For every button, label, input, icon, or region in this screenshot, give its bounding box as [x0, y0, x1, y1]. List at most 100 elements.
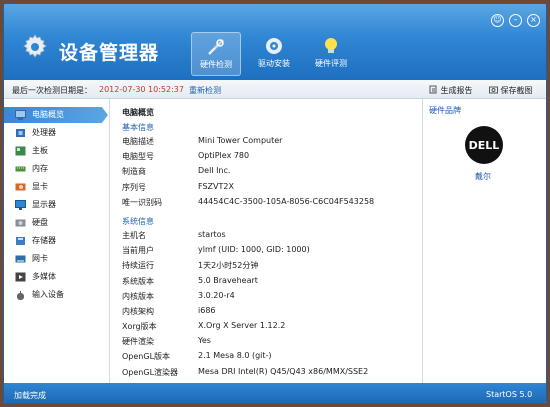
info-value: OptiPlex 780 — [198, 151, 250, 161]
info-row: 制造商 Dell Inc. — [122, 166, 422, 181]
sidebar-item-label: 电脑概览 — [32, 110, 64, 119]
sidebar-item-0[interactable]: 电脑概览 — [4, 107, 108, 123]
memory-icon — [15, 166, 26, 172]
driver-icon — [266, 38, 282, 54]
network-card-icon — [15, 255, 26, 263]
info-row: OpenGL版本 2.1 Mesa 8.0 (git-) — [122, 351, 422, 366]
tab-label: 驱动安装 — [258, 59, 290, 68]
header-bar: 设备管理器 硬件检测 驱动安装 硬件评测 ☺ – × — [4, 4, 546, 80]
overview-panel: 电脑概览 基本信息 电脑描述 Mini Tower Computer 电脑型号 Opt… — [110, 99, 422, 383]
graphics-card-icon — [15, 183, 26, 191]
info-key: 硬件渲染 — [122, 337, 154, 347]
wrench-icon — [208, 39, 224, 55]
info-value: 5.0 Braveheart — [198, 275, 258, 285]
info-key: Xorg版本 — [122, 322, 157, 332]
motherboard-icon — [15, 146, 26, 156]
info-key: 主机名 — [122, 230, 146, 240]
info-key: OpenGL渲染器 — [122, 367, 179, 377]
info-key: 制造商 — [122, 167, 146, 177]
screenshot-button[interactable]: 保存截图 — [489, 85, 533, 96]
close-icon[interactable]: × — [527, 14, 540, 27]
info-value: ylmf (UID: 1000, GID: 1000) — [198, 245, 310, 255]
sidebar: 电脑概览处理器主板内存显卡显示器硬盘存储器网卡多媒体输入设备 — [4, 99, 110, 383]
system-info-heading: 系统信息 — [122, 216, 154, 226]
menu-icon[interactable]: ☺ — [491, 14, 504, 27]
info-value: 1天2小时52分钟 — [198, 261, 259, 271]
gear-icon — [23, 34, 47, 58]
tab-hardware-detect[interactable]: 硬件检测 — [191, 32, 241, 76]
info-row: 内核架构 i686 — [122, 306, 422, 321]
tab-label: 硬件评测 — [315, 59, 347, 68]
info-value: X.Org X Server 1.12.2 — [198, 321, 286, 331]
info-row: 唯一识别码 44454C4C-3500-105A-8056-C6C04F54325… — [122, 197, 422, 212]
info-key: 内核架构 — [122, 306, 154, 316]
sidebar-item-label: 多媒体 — [32, 272, 56, 281]
basic-info-heading: 基本信息 — [122, 123, 154, 132]
info-key: 唯一识别码 — [122, 197, 162, 207]
info-value: 3.0.20-r4 — [198, 290, 235, 300]
lightbulb-icon — [325, 38, 337, 53]
info-value: FSZVT2X — [198, 181, 234, 191]
monitor-icon — [15, 200, 26, 210]
storage-icon — [16, 237, 25, 245]
multimedia-icon — [15, 272, 26, 282]
info-row: 内核版本 3.0.20-r4 — [122, 291, 422, 306]
info-row: Xorg版本 X.Org X Server 1.12.2 — [122, 321, 422, 336]
report-button[interactable]: 生成报告 — [429, 85, 473, 96]
sidebar-item-label: 主板 — [32, 146, 48, 155]
info-value: startos — [198, 229, 226, 239]
tab-label: 硬件检测 — [200, 60, 232, 69]
sidebar-item-5[interactable]: 显示器 — [4, 197, 109, 213]
info-row: 序列号 FSZVT2X — [122, 182, 422, 197]
status-bar: 加载完成 StartOS 5.0 — [4, 383, 546, 403]
info-value: Dell Inc. — [198, 166, 231, 176]
sidebar-item-10[interactable]: 输入设备 — [4, 287, 109, 303]
info-key: 内核版本 — [122, 291, 154, 301]
info-key: 电脑型号 — [122, 152, 154, 162]
info-value: i686 — [198, 305, 216, 315]
sidebar-item-4[interactable]: 显卡 — [4, 179, 109, 195]
device-manager-window: 设备管理器 硬件检测 驱动安装 硬件评测 ☺ – × 最后一次检测日期是： 20… — [3, 3, 547, 404]
info-value: 2.1 Mesa 8.0 (git-) — [198, 351, 272, 361]
sidebar-item-6[interactable]: 硬盘 — [4, 215, 109, 231]
info-row: 硬件渲染 Yes — [122, 336, 422, 351]
report-icon — [429, 85, 437, 94]
tab-driver-install[interactable]: 驱动安装 — [249, 32, 299, 76]
info-value: Mesa DRI Intel(R) Q45/Q43 x86/MMX/SSE2 — [198, 366, 369, 376]
info-row: 持续运行 1天2小时52分钟 — [122, 260, 422, 275]
info-row: 当前用户 ylmf (UID: 1000, GID: 1000) — [122, 245, 422, 260]
sidebar-item-label: 显卡 — [32, 182, 48, 191]
info-value: Mini Tower Computer — [198, 136, 283, 145]
sidebar-item-label: 存储器 — [32, 236, 56, 245]
info-value: Yes — [198, 336, 211, 346]
info-key: 系统版本 — [122, 276, 154, 286]
brand-panel: 硬件品牌 DELL 戴尔 — [422, 99, 546, 383]
info-key: 当前用户 — [122, 246, 154, 256]
sidebar-item-3[interactable]: 内存 — [4, 161, 109, 177]
dell-logo: DELL — [458, 123, 510, 167]
sidebar-item-2[interactable]: 主板 — [4, 143, 109, 159]
info-row: 系统版本 5.0 Braveheart — [122, 276, 422, 291]
overview-title: 电脑概览 — [122, 108, 154, 117]
minimize-icon[interactable]: – — [509, 14, 522, 27]
app-title: 设备管理器 — [59, 42, 160, 64]
tab-hardware-benchmark[interactable]: 硬件评测 — [306, 32, 356, 76]
recheck-link[interactable]: 重新检测 — [189, 85, 221, 96]
sidebar-item-8[interactable]: 网卡 — [4, 251, 109, 267]
brand-name: 戴尔 — [475, 172, 491, 181]
last-check-label: 最后一次检测日期是： — [12, 86, 92, 95]
sidebar-item-9[interactable]: 多媒体 — [4, 269, 109, 285]
brand-label: 硬件品牌 — [429, 106, 461, 115]
info-key: 序列号 — [122, 182, 146, 192]
info-row: 主机名 startos — [122, 230, 422, 245]
toolbar: 最后一次检测日期是： 2012-07-30 10:52:37 重新检测 生成报告… — [4, 80, 546, 99]
input-device-icon — [17, 291, 24, 300]
computer-icon — [15, 110, 26, 120]
sidebar-item-label: 处理器 — [32, 128, 56, 137]
svg-text:DELL: DELL — [469, 139, 500, 152]
cpu-icon — [16, 129, 25, 137]
os-version: StartOS 5.0 — [486, 390, 533, 399]
sidebar-item-1[interactable]: 处理器 — [4, 125, 109, 141]
sidebar-item-7[interactable]: 存储器 — [4, 233, 109, 249]
info-key: 电脑描述 — [122, 137, 154, 146]
